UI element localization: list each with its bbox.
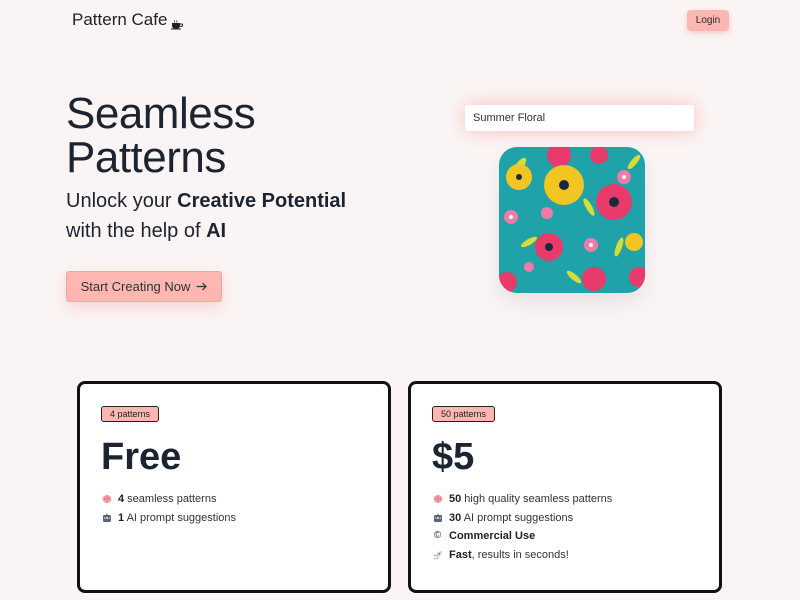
page: Pattern Cafe Login Seamless Patterns Unl… <box>0 0 800 600</box>
feature-item: © Commercial Use <box>432 527 612 546</box>
plan-features: 50 high quality seamless patterns 30 AI … <box>432 490 612 564</box>
hero-title: Seamless Patterns <box>66 89 256 182</box>
feature-bold: 30 <box>449 511 462 524</box>
arrow-right-icon <box>196 279 208 294</box>
robot-icon <box>101 512 112 523</box>
hero-subtitle: Unlock your Creative Potential with the … <box>66 186 346 246</box>
feature-item: 4 seamless patterns <box>101 490 236 509</box>
plan-price: $5 <box>432 436 475 478</box>
robot-icon <box>432 512 443 523</box>
hero-sub-text2: with the help of <box>66 220 207 242</box>
plan-badge: 4 patterns <box>101 406 160 422</box>
brain-icon <box>101 494 112 505</box>
feature-text: AI prompt suggestions <box>461 511 574 524</box>
feature-item: Fast, results in seconds! <box>432 546 612 565</box>
brain-icon <box>432 494 443 505</box>
plan-price: Free <box>101 436 182 478</box>
feature-bold: Commercial Use <box>449 530 536 542</box>
copyright-icon: © <box>433 530 442 541</box>
feature-item: 30 AI prompt suggestions <box>432 509 612 528</box>
feature-text: AI prompt suggestions <box>124 511 237 524</box>
hero-title-line2: Patterns <box>66 133 226 182</box>
feature-bold: Fast <box>449 548 472 561</box>
brand-name: Pattern Cafe <box>72 10 168 29</box>
rocket-icon <box>432 549 443 560</box>
feature-item: 1 AI prompt suggestions <box>101 509 236 528</box>
hero-sub-text1: Unlock your <box>66 190 178 212</box>
start-creating-button[interactable]: Start Creating Now <box>66 271 222 302</box>
coffee-cup-icon <box>171 15 184 30</box>
pattern-prompt-input[interactable] <box>465 105 694 131</box>
cta-label: Start Creating Now <box>80 279 191 294</box>
hero-sub-bold2: AI <box>206 220 227 242</box>
plan-badge: 50 patterns <box>432 406 496 422</box>
plan-card-free[interactable]: 4 patterns Free 4 seamless patterns 1 AI… <box>77 381 391 593</box>
plan-features: 4 seamless patterns 1 AI prompt suggesti… <box>101 490 236 527</box>
hero-title-line1: Seamless <box>66 89 256 138</box>
plan-card-paid[interactable]: 50 patterns $5 50 high quality seamless … <box>408 381 722 593</box>
pattern-preview-image <box>499 147 645 293</box>
hero-sub-bold1: Creative Potential <box>177 190 347 212</box>
feature-bold: 50 <box>449 493 462 505</box>
feature-text: high quality seamless patterns <box>461 493 613 505</box>
feature-item: 50 high quality seamless patterns <box>432 490 612 509</box>
login-button[interactable]: Login <box>687 10 729 31</box>
brand-logo[interactable]: Pattern Cafe <box>72 10 184 30</box>
feature-text: seamless patterns <box>124 493 217 505</box>
feature-text: , results in seconds! <box>471 548 569 561</box>
